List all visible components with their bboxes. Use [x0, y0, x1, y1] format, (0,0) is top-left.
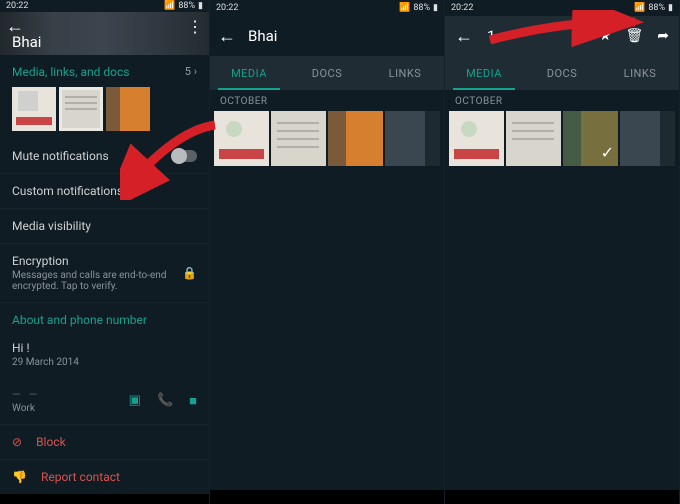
mute-toggle[interactable] [171, 150, 197, 162]
media-tabs: MEDIA DOCS LINKS [210, 56, 444, 90]
battery-pct: 88% [178, 1, 195, 11]
tab-links[interactable]: LINKS [601, 56, 679, 90]
contact-name: Bhai [12, 33, 41, 51]
battery-icon: ▮ [668, 3, 673, 13]
status-bar: 20:22 📶88%▮ [445, 0, 679, 16]
about-section-label: About and phone number [12, 313, 147, 327]
status-bar: 20:22 📶 88% ▮ [0, 0, 209, 12]
status-time: 20:22 [6, 1, 28, 11]
lock-icon: 🔒 [182, 266, 197, 280]
about-section-header: About and phone number [0, 303, 209, 331]
nav-bar [445, 490, 679, 504]
about-row[interactable]: Hi ! 29 March 2014 [0, 331, 209, 378]
forward-icon[interactable]: ➦ [657, 28, 669, 44]
media-grid [210, 111, 444, 166]
month-header: OCTOBER [445, 90, 679, 111]
panel-contact-info: 20:22 📶 88% ▮ ← ⋮ Bhai Media, links, and… [0, 0, 210, 504]
encryption-label: Encryption [12, 254, 182, 268]
selection-action-bar: ← 1 ★ 🗑 ➦ [445, 16, 679, 56]
call-icon[interactable]: 📞 [157, 393, 173, 409]
report-row[interactable]: 👎 Report contact [0, 460, 209, 494]
message-icon[interactable]: ▣ [129, 393, 141, 409]
media-thumb[interactable] [506, 111, 561, 166]
encryption-row[interactable]: Encryption Messages and calls are end-to… [0, 244, 209, 303]
tab-media[interactable]: MEDIA [445, 56, 523, 90]
more-icon[interactable]: ⋮ [187, 17, 203, 36]
block-label: Block [36, 435, 66, 449]
tab-links[interactable]: LINKS [366, 56, 444, 90]
media-header-title: Bhai [248, 27, 277, 45]
block-icon: ⊘ [12, 435, 22, 449]
contact-header: ← ⋮ Bhai [0, 12, 209, 55]
media-thumb[interactable] [106, 87, 150, 131]
media-section-header[interactable]: Media, links, and docs 5 › [0, 55, 209, 83]
month-header: OCTOBER [210, 90, 444, 111]
media-thumb[interactable] [620, 111, 675, 166]
media-tabs: MEDIA DOCS LINKS [445, 56, 679, 90]
custom-label: Custom notifications [12, 184, 123, 198]
media-thumb-selected[interactable]: ✓ [563, 111, 618, 166]
media-header: ← Bhai [210, 16, 444, 56]
nav-bar [0, 494, 209, 504]
tab-docs[interactable]: DOCS [288, 56, 366, 90]
status-time: 20:22 [451, 3, 473, 13]
mute-row[interactable]: Mute notifications [0, 139, 209, 174]
status-right: 📶 88% ▮ [164, 1, 203, 11]
phone-row[interactable]: — — Work ▣ 📞 ■ [0, 378, 209, 425]
report-label: Report contact [41, 470, 120, 484]
media-thumb[interactable] [12, 87, 56, 131]
mute-label: Mute notifications [12, 149, 109, 163]
battery-pct: 88% [648, 3, 665, 13]
media-thumb[interactable] [214, 111, 269, 166]
status-time: 20:22 [216, 3, 238, 13]
media-section-label: Media, links, and docs [12, 65, 129, 79]
media-thumb[interactable] [385, 111, 440, 166]
media-thumb[interactable] [449, 111, 504, 166]
tab-media[interactable]: MEDIA [210, 56, 288, 90]
battery-icon: ▮ [198, 1, 203, 11]
media-strip[interactable] [0, 83, 209, 139]
about-text: Hi ! [12, 341, 79, 355]
about-date: 29 March 2014 [12, 357, 79, 368]
media-thumb[interactable] [271, 111, 326, 166]
phone-label: Work [12, 403, 37, 414]
block-row[interactable]: ⊘ Block [0, 425, 209, 460]
wifi-icon: 📶 [634, 3, 645, 13]
delete-icon[interactable]: 🗑 [625, 28, 643, 44]
media-thumb[interactable] [328, 111, 383, 166]
media-thumb[interactable] [59, 87, 103, 131]
visibility-label: Media visibility [12, 219, 91, 233]
battery-pct: 88% [413, 3, 430, 13]
battery-icon: ▮ [433, 3, 438, 13]
wifi-icon: 📶 [399, 3, 410, 13]
phone-redacted: — — [12, 388, 37, 401]
panel-media-selection: 20:22 📶88%▮ ← 1 ★ 🗑 ➦ MEDIA DOCS LINKS O… [445, 0, 680, 504]
nav-bar [210, 490, 444, 504]
media-visibility-row[interactable]: Media visibility [0, 209, 209, 244]
custom-notifications-row[interactable]: Custom notifications [0, 174, 209, 209]
encryption-sub: Messages and calls are end-to-end encryp… [12, 270, 182, 292]
star-icon[interactable]: ★ [599, 28, 612, 44]
check-icon: ✓ [601, 143, 614, 162]
panel-media-browser: 20:22 📶88%▮ ← Bhai MEDIA DOCS LINKS OCTO… [210, 0, 445, 504]
video-icon[interactable]: ■ [189, 393, 197, 409]
tab-docs[interactable]: DOCS [523, 56, 601, 90]
media-count: 5 › [185, 65, 197, 78]
status-bar: 20:22 📶88%▮ [210, 0, 444, 16]
back-icon[interactable]: ← [455, 26, 473, 47]
thumbs-down-icon: 👎 [12, 470, 27, 484]
media-grid: ✓ [445, 111, 679, 166]
wifi-icon: 📶 [164, 1, 175, 11]
back-icon[interactable]: ← [218, 26, 236, 47]
selection-count: 1 [487, 27, 495, 45]
